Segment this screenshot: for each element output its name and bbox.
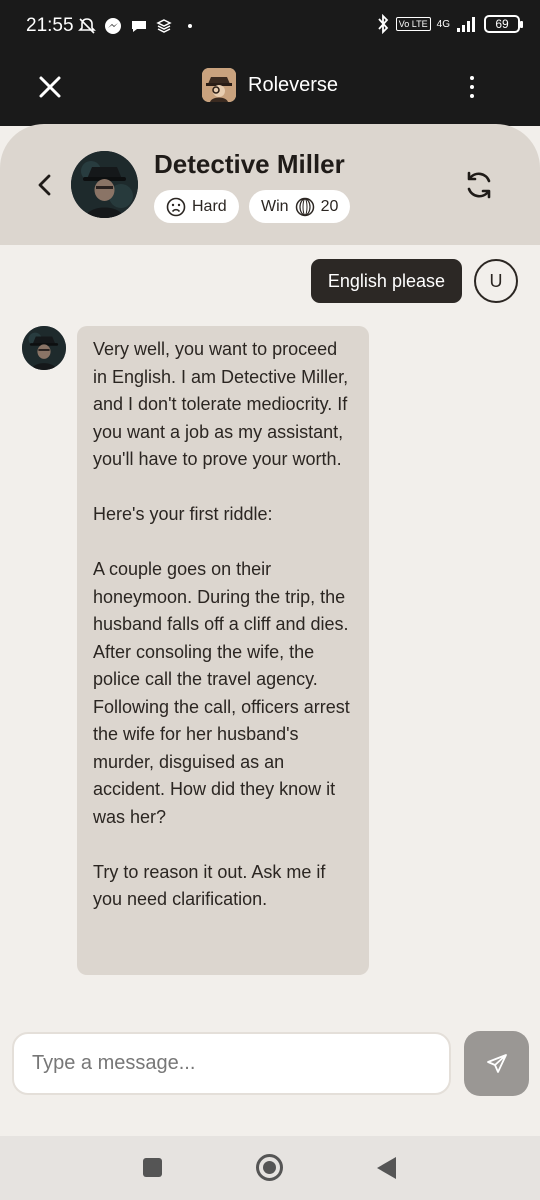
app-title-group: Roleverse	[202, 68, 338, 102]
bell-off-icon	[78, 18, 96, 34]
character-avatar	[71, 151, 138, 218]
coin-icon	[295, 197, 314, 216]
user-avatar: U	[474, 259, 518, 303]
dot-icon	[188, 24, 192, 28]
more-vert-icon	[470, 76, 474, 80]
character-name: Detective Miller	[154, 149, 345, 179]
win-amount: 20	[320, 197, 339, 215]
status-time: 21:55	[26, 15, 74, 36]
user-message-bubble: English please	[310, 259, 462, 303]
send-button[interactable]	[464, 1031, 529, 1096]
app-bar: Roleverse	[0, 56, 540, 126]
network-label: 4G	[436, 18, 450, 30]
bot-message-paragraph: Try to reason it out. Ask me if you need…	[93, 861, 326, 910]
difficulty-label: Hard	[192, 197, 227, 215]
app-logo	[202, 68, 236, 102]
battery-icon: 69	[484, 15, 523, 33]
bot-message-paragraph: Very well, you want to proceed in Englis…	[93, 339, 349, 469]
recent-apps-button[interactable]	[143, 1158, 162, 1177]
win-reward-badge: Win 20	[249, 190, 351, 223]
system-icons: Vo LTE 4G 69	[376, 14, 523, 34]
bot-message-paragraph: A couple goes on their honeymoon. During…	[93, 559, 350, 827]
back-button[interactable]	[30, 170, 60, 200]
battery-level: 69	[495, 17, 509, 31]
win-label: Win	[261, 197, 289, 215]
frown-face-icon	[166, 197, 186, 216]
bluetooth-icon	[378, 14, 389, 34]
nav-back-button[interactable]	[377, 1157, 396, 1179]
app-title: Roleverse	[248, 73, 339, 96]
bot-message-bubble: Very well, you want to proceed in Englis…	[77, 326, 369, 975]
restart-button[interactable]	[462, 168, 496, 202]
bot-avatar	[22, 326, 66, 370]
system-nav-bar	[0, 1136, 540, 1200]
close-icon	[39, 76, 61, 98]
layers-icon	[156, 19, 172, 33]
character-header: Detective Miller Hard Win 20	[0, 124, 540, 245]
notification-icons	[78, 17, 192, 35]
home-button[interactable]	[256, 1154, 283, 1181]
close-button[interactable]	[33, 70, 67, 104]
signal-icon	[457, 17, 475, 32]
home-icon	[263, 1161, 276, 1174]
status-bar: 21:55 Vo LTE 4G 69	[0, 0, 540, 56]
messenger-icon	[105, 18, 121, 34]
message-input[interactable]: Type a message...	[12, 1032, 451, 1095]
bot-message-paragraph: Here's your first riddle:	[93, 504, 273, 524]
more-options-button[interactable]	[460, 72, 484, 102]
chevron-left-icon	[38, 174, 51, 196]
difficulty-badge: Hard	[154, 190, 239, 223]
chat-bubble-icon	[132, 21, 146, 32]
volte-icon: Vo LTE	[395, 17, 431, 31]
user-message-row: English please U	[310, 259, 518, 303]
refresh-icon	[467, 171, 491, 199]
send-icon	[486, 1053, 507, 1073]
